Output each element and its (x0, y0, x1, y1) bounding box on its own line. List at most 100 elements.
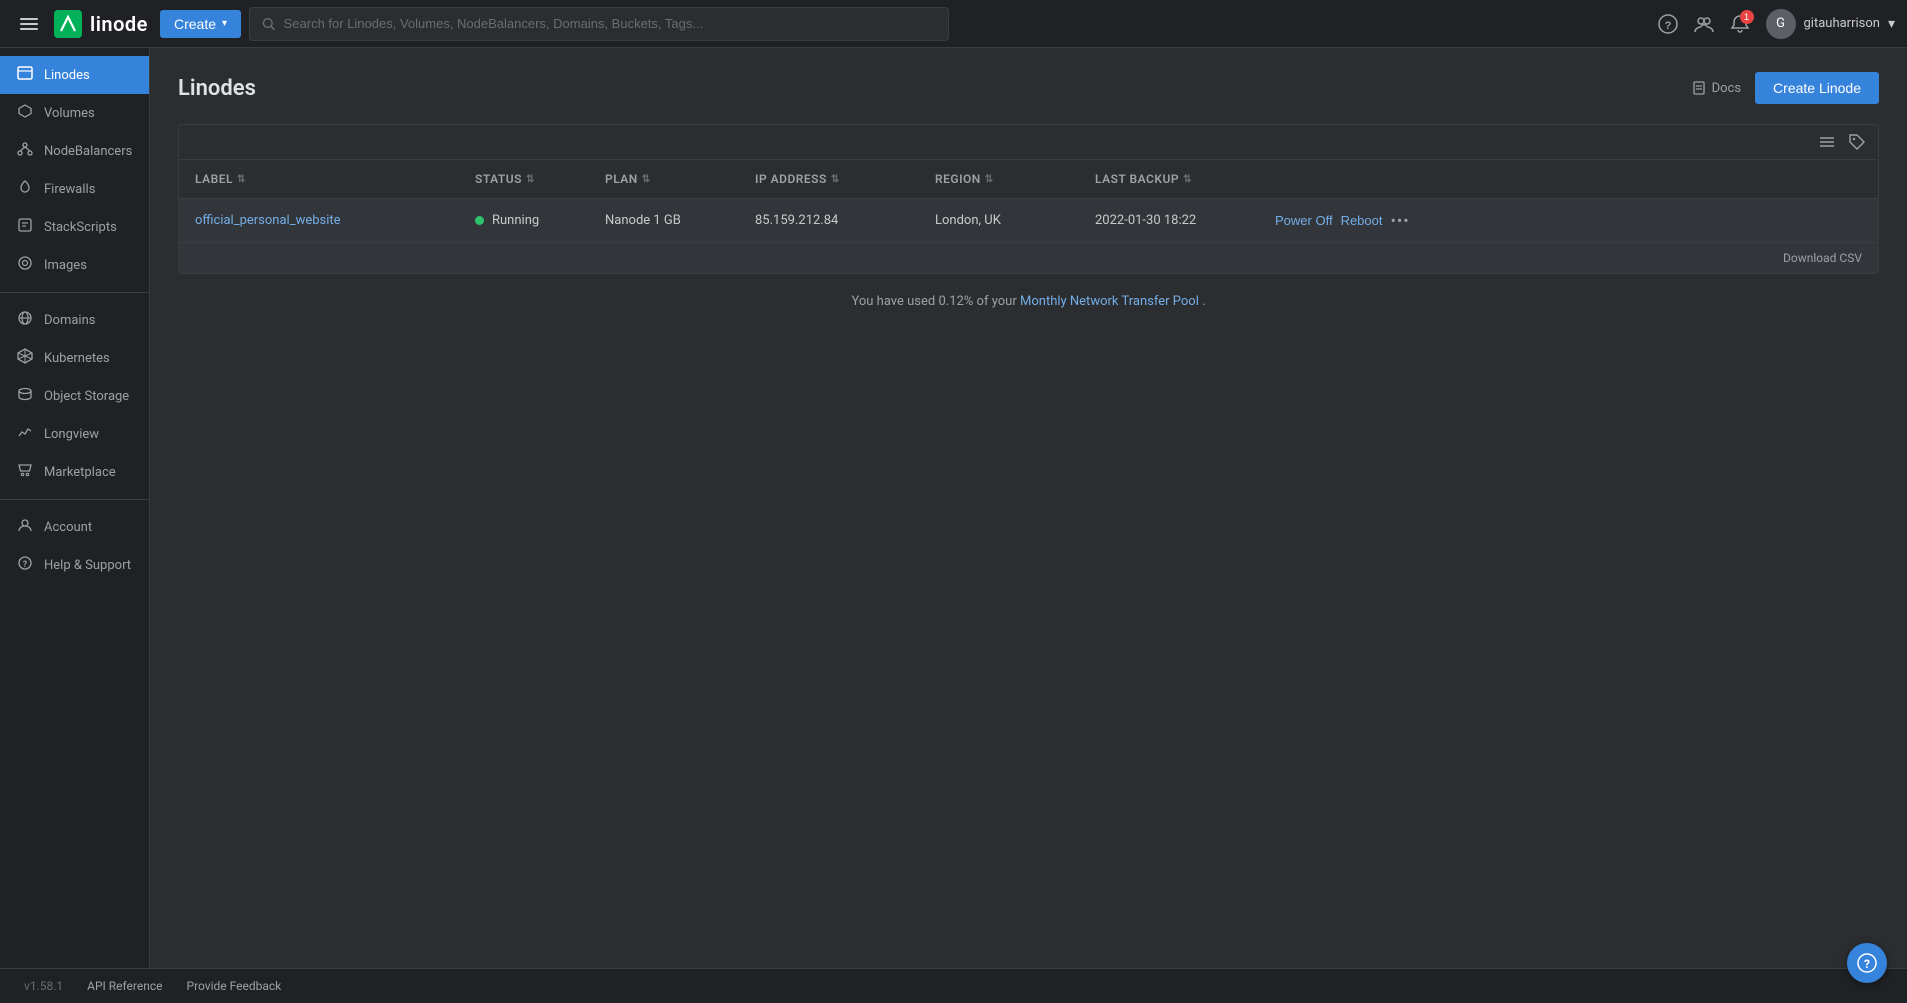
download-csv-link[interactable]: Download CSV (1783, 251, 1862, 265)
help-icon: ? (1658, 14, 1678, 34)
hamburger-button[interactable] (12, 11, 46, 37)
status-indicator (475, 216, 484, 225)
provide-feedback-link[interactable]: Provide Feedback (187, 979, 282, 993)
sidebar-item-images[interactable]: Images (0, 246, 149, 284)
sidebar-item-domains[interactable]: Domains (0, 301, 149, 339)
docs-link[interactable]: Docs (1692, 81, 1741, 96)
svg-text:?: ? (1864, 957, 1870, 971)
sidebar-item-volumes-label: Volumes (44, 106, 95, 121)
monthly-transfer-link[interactable]: Monthly Network Transfer Pool (1020, 294, 1199, 309)
th-label[interactable]: Label ⇅ (179, 160, 459, 198)
label-sort-icon: ⇅ (237, 174, 246, 185)
footer: v1.58.1 API Reference Provide Feedback (0, 968, 1907, 1003)
logo-area: linode (12, 10, 152, 38)
sidebar-item-longview-label: Longview (44, 427, 99, 442)
sidebar-item-object-storage-label: Object Storage (44, 389, 129, 404)
sidebar-divider-2 (0, 499, 149, 500)
sidebar-item-linodes[interactable]: Linodes (0, 56, 149, 94)
docs-icon (1692, 81, 1706, 95)
th-region[interactable]: Region ⇅ (919, 160, 1079, 198)
help-fab-icon: ? (1857, 953, 1877, 973)
sidebar-item-longview[interactable]: Longview (0, 415, 149, 453)
version-text: v1.58.1 (24, 979, 63, 993)
sidebar-item-volumes[interactable]: Volumes (0, 94, 149, 132)
docs-label: Docs (1712, 81, 1741, 96)
list-view-button[interactable] (1818, 133, 1836, 151)
region-text: London, UK (935, 213, 1001, 228)
username: gitauharrison (1804, 16, 1880, 31)
sidebar-item-marketplace-label: Marketplace (44, 465, 116, 480)
search-input[interactable] (284, 16, 936, 31)
power-off-button[interactable]: Power Off (1275, 213, 1333, 228)
th-last-backup[interactable]: Last Backup ⇅ (1079, 160, 1259, 198)
app-body: Linodes Volumes NodeBalancers Firewalls … (0, 48, 1907, 968)
sidebar: Linodes Volumes NodeBalancers Firewalls … (0, 48, 150, 968)
create-linode-button[interactable]: Create Linode (1755, 72, 1879, 104)
team-icon-button[interactable] (1694, 14, 1714, 34)
main-content: Linodes Docs Create Linode (150, 48, 1907, 968)
top-header: linode Create ▾ ? (0, 0, 1907, 48)
team-icon (1694, 14, 1714, 34)
backup-text: 2022-01-30 18:22 (1095, 213, 1196, 228)
user-chevron-icon: ▾ (1888, 16, 1895, 32)
th-actions (1259, 160, 1439, 198)
firewalls-icon (16, 179, 34, 199)
help-icon-button[interactable]: ? (1658, 14, 1678, 34)
td-status: Running (459, 201, 589, 240)
object-storage-icon (16, 386, 34, 406)
kubernetes-icon (16, 348, 34, 368)
svg-text:?: ? (1664, 20, 1671, 32)
help-fab-button[interactable]: ? (1847, 943, 1887, 983)
td-plan: Nanode 1 GB (589, 201, 739, 240)
notifications-button[interactable]: 1 (1730, 14, 1750, 34)
table-toolbar (179, 125, 1878, 160)
ip-sort-icon: ⇅ (831, 174, 840, 185)
api-reference-link[interactable]: API Reference (87, 979, 162, 993)
sidebar-item-kubernetes[interactable]: Kubernetes (0, 339, 149, 377)
network-transfer-info: You have used 0.12% of your Monthly Netw… (178, 294, 1879, 309)
logo-text: linode (90, 12, 148, 36)
sidebar-item-nodebalancers[interactable]: NodeBalancers (0, 132, 149, 170)
sidebar-item-firewalls[interactable]: Firewalls (0, 170, 149, 208)
page-header-actions: Docs Create Linode (1692, 72, 1879, 104)
th-status[interactable]: Status ⇅ (459, 160, 589, 198)
linodes-table: Label ⇅ Status ⇅ Plan ⇅ IP Address ⇅ Reg… (178, 124, 1879, 274)
create-button[interactable]: Create ▾ (160, 10, 241, 38)
reboot-button[interactable]: Reboot (1341, 213, 1383, 228)
status-sort-icon: ⇅ (526, 174, 535, 185)
create-label: Create (174, 16, 216, 32)
sidebar-item-nodebalancers-label: NodeBalancers (44, 144, 132, 159)
sidebar-item-marketplace[interactable]: Marketplace (0, 453, 149, 491)
tag-filter-button[interactable] (1848, 133, 1866, 151)
user-menu[interactable]: G gitauharrison ▾ (1766, 9, 1896, 39)
sidebar-divider-1 (0, 292, 149, 293)
ip-address-text: 85.159.212.84 (755, 213, 838, 228)
sidebar-item-domains-label: Domains (44, 313, 95, 328)
sidebar-item-linodes-label: Linodes (44, 68, 90, 83)
region-sort-icon: ⇅ (985, 174, 994, 185)
avatar: G (1766, 9, 1796, 39)
longview-icon (16, 424, 34, 444)
more-actions-button[interactable]: ••• (1390, 211, 1409, 230)
sidebar-item-stackscripts[interactable]: StackScripts (0, 208, 149, 246)
sidebar-item-account[interactable]: Account (0, 508, 149, 546)
td-actions: Power Off Reboot ••• (1259, 199, 1439, 242)
tag-icon (1848, 133, 1866, 151)
domains-icon (16, 310, 34, 330)
linode-label-link[interactable]: official_personal_website (195, 213, 341, 228)
table-header: Label ⇅ Status ⇅ Plan ⇅ IP Address ⇅ Reg… (179, 160, 1878, 199)
page-header: Linodes Docs Create Linode (178, 72, 1879, 104)
nodebalancers-icon (16, 141, 34, 161)
sidebar-item-object-storage[interactable]: Object Storage (0, 377, 149, 415)
sidebar-item-help-support-label: Help & Support (44, 558, 131, 573)
sidebar-item-help-support[interactable]: ? Help & Support (0, 546, 149, 584)
images-icon (16, 255, 34, 275)
sidebar-item-kubernetes-label: Kubernetes (44, 351, 110, 366)
plan-sort-icon: ⇅ (642, 174, 651, 185)
search-bar[interactable] (249, 7, 949, 41)
sidebar-item-stackscripts-label: StackScripts (44, 220, 117, 235)
search-icon (262, 17, 276, 31)
linode-logo-icon (54, 10, 82, 38)
th-plan[interactable]: Plan ⇅ (589, 160, 739, 198)
th-ip-address[interactable]: IP Address ⇅ (739, 160, 919, 198)
